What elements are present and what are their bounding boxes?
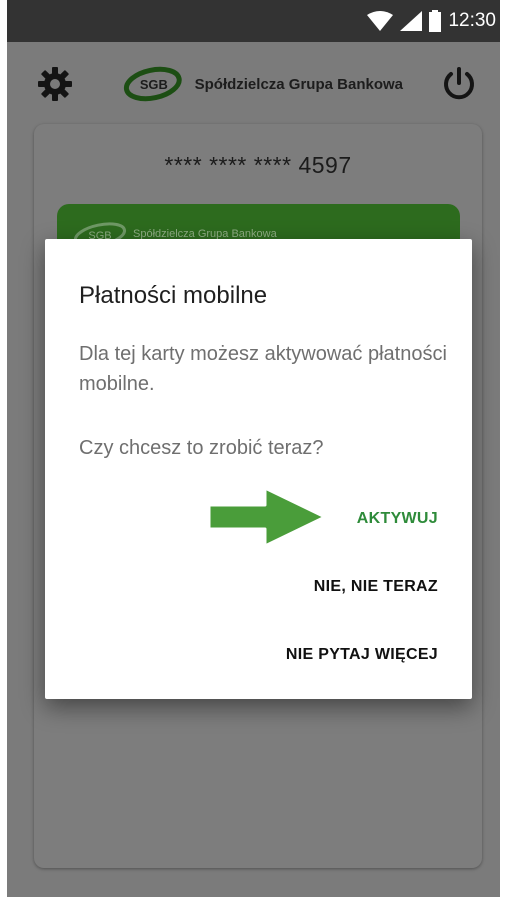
status-time: 12:30 [448, 10, 496, 31]
signal-icon [400, 11, 423, 31]
activate-button[interactable]: AKTYWUJ [357, 510, 438, 528]
brand-name: Spółdzielcza Grupa Bankowa [194, 75, 403, 93]
not-now-button[interactable]: NIE, NIE TERAZ [314, 578, 438, 596]
sgb-logo-icon: SGB [123, 66, 182, 102]
logo-abbr: SGB [140, 77, 168, 92]
app-bar: SGB Spółdzielcza Grupa Bankowa [7, 42, 500, 126]
battery-icon [429, 10, 442, 32]
power-icon[interactable] [441, 66, 477, 102]
dialog-title: Płatności mobilne [79, 282, 268, 309]
wifi-icon [367, 11, 394, 31]
brand-logo: SGB Spółdzielcza Grupa Bankowa [123, 62, 403, 106]
card-number: **** **** **** 4597 [164, 152, 352, 178]
status-bar: 12:30 [7, 0, 500, 42]
mobile-payments-dialog: Płatności mobilne Dla tej karty możesz a… [45, 239, 472, 699]
status-icons: 12:30 [367, 9, 496, 33]
dont-ask-again-button[interactable]: NIE PYTAJ WIĘCEJ [286, 646, 438, 664]
device-frame: 12:30 SGB Spółdzielcza Grupa Bankowa ***… [0, 0, 507, 897]
gear-icon[interactable] [38, 67, 72, 101]
dialog-question: Czy chcesz to zrobić teraz? [79, 437, 324, 459]
screen: 12:30 SGB Spółdzielcza Grupa Bankowa ***… [7, 0, 500, 897]
dialog-message: Dla tej karty możesz aktywować płatności… [79, 343, 447, 395]
arrow-right-icon [207, 486, 327, 548]
